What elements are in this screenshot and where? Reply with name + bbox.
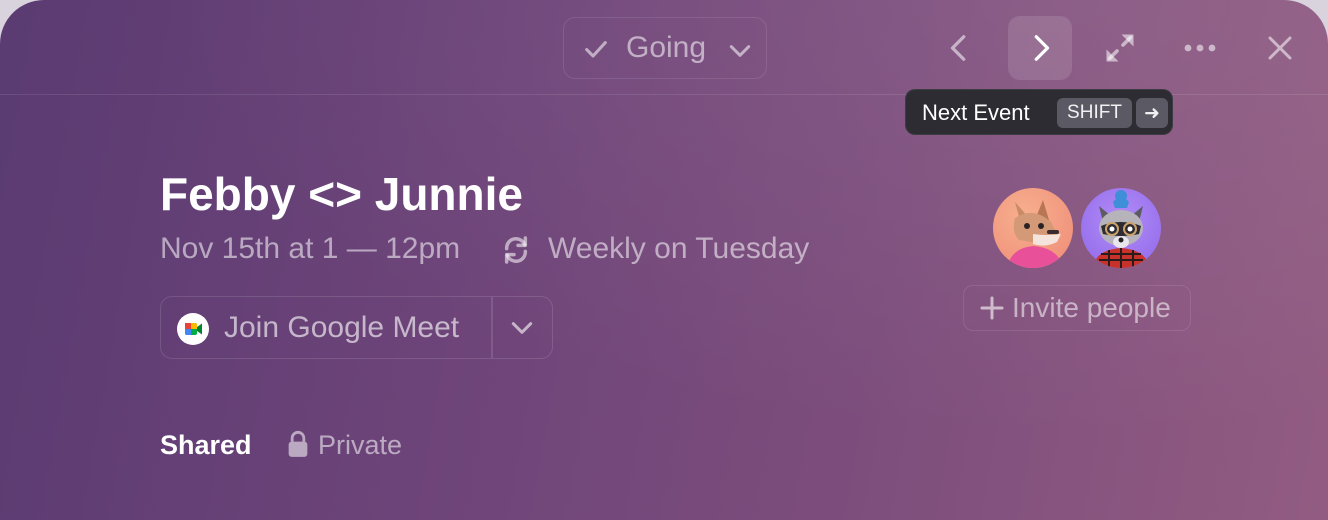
next-event-tooltip: Next Event SHIFT ➜ bbox=[905, 89, 1173, 135]
google-meet-icon bbox=[177, 313, 209, 345]
join-google-meet-button[interactable]: Join Google Meet bbox=[160, 296, 553, 359]
close-button[interactable] bbox=[1248, 16, 1312, 80]
fox-avatar-icon bbox=[1007, 200, 1063, 268]
attendee-avatar-fox[interactable] bbox=[993, 188, 1073, 268]
previous-event-button[interactable] bbox=[928, 16, 992, 80]
tooltip-text: Next Event bbox=[922, 100, 1030, 125]
more-horizontal-icon bbox=[1184, 44, 1216, 52]
event-toolbar: Going bbox=[0, 0, 1328, 95]
visibility-private-option[interactable]: Private bbox=[318, 430, 402, 461]
event-detail-window: Going Next Event SHIFT ➜ Febby <> Junnie… bbox=[0, 0, 1328, 520]
attendee-avatar-raccoon[interactable] bbox=[1081, 188, 1161, 268]
event-title[interactable]: Febby <> Junnie bbox=[160, 167, 523, 221]
plus-icon bbox=[980, 296, 1004, 320]
chevron-right-icon bbox=[1034, 35, 1050, 61]
more-options-button[interactable] bbox=[1168, 16, 1232, 80]
chevron-down-icon bbox=[729, 45, 751, 57]
visibility-shared-option[interactable]: Shared bbox=[160, 430, 252, 461]
repeat-icon bbox=[504, 236, 528, 264]
invite-people-button[interactable]: Invite people bbox=[963, 285, 1191, 331]
next-event-button[interactable] bbox=[1008, 16, 1072, 80]
meet-button-divider bbox=[491, 297, 493, 358]
event-recurrence[interactable]: Weekly on Tuesday bbox=[548, 232, 809, 266]
arrow-right-key-badge: ➜ bbox=[1136, 98, 1168, 128]
expand-icon bbox=[1106, 34, 1134, 62]
invite-people-label: Invite people bbox=[1012, 292, 1171, 323]
lock-icon bbox=[288, 430, 308, 457]
expand-button[interactable] bbox=[1088, 16, 1152, 80]
chevron-left-icon bbox=[950, 35, 966, 61]
close-icon bbox=[1268, 36, 1292, 60]
rsvp-dropdown[interactable]: Going bbox=[563, 17, 767, 79]
event-datetime[interactable]: Nov 15th at 1 — 12pm bbox=[160, 232, 460, 266]
join-google-meet-label: Join Google Meet bbox=[224, 311, 460, 344]
check-icon bbox=[585, 41, 607, 58]
rsvp-label: Going bbox=[626, 31, 707, 64]
raccoon-avatar-icon bbox=[1093, 190, 1149, 268]
chevron-down-icon[interactable] bbox=[509, 315, 535, 341]
shift-key-badge: SHIFT bbox=[1057, 98, 1132, 128]
